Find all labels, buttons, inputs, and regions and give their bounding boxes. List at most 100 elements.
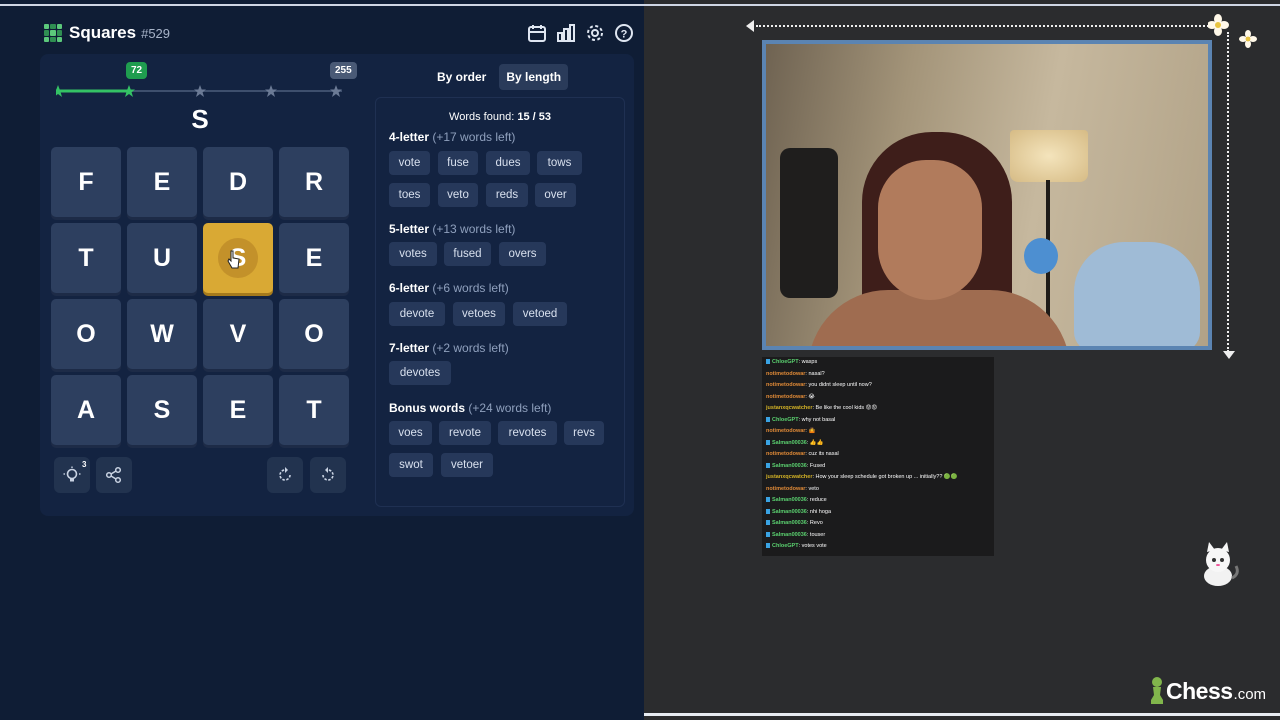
letter-tile[interactable]: T xyxy=(51,223,121,293)
letter-tile[interactable]: O xyxy=(51,299,121,369)
tab-by-order[interactable]: By order xyxy=(430,64,493,90)
word-chip[interactable]: overs xyxy=(499,242,546,266)
tab-by-length[interactable]: By length xyxy=(499,64,569,90)
chat-text: : why not basal xyxy=(798,416,836,423)
chat-badge-icon xyxy=(766,508,770,514)
letter-tile[interactable]: S xyxy=(127,375,197,445)
chat-text: : touser xyxy=(806,531,826,538)
flower-decoration-icon xyxy=(1207,14,1264,59)
chat-username[interactable]: ChloeGPT xyxy=(772,359,799,365)
word-chip[interactable]: revote xyxy=(439,421,491,445)
word-chip[interactable]: fused xyxy=(444,242,491,266)
chat-message: notimetodowar: nasal? xyxy=(766,369,990,381)
chat-username[interactable]: notimetodowar xyxy=(766,382,805,388)
word-chip[interactable]: revs xyxy=(564,421,604,445)
word-chip[interactable]: votes xyxy=(389,242,437,266)
chat-username[interactable]: notimetodowar xyxy=(766,486,805,492)
chat-text: : wasps xyxy=(798,359,818,365)
dotted-border-top xyxy=(756,25,1216,27)
chat-username[interactable]: Salman00036 xyxy=(772,532,807,538)
letter-tile[interactable]: W xyxy=(127,299,197,369)
chat-badge-icon xyxy=(766,543,770,549)
word-chip[interactable]: dues xyxy=(486,151,530,175)
letter-tile[interactable]: F xyxy=(51,147,121,217)
letter-tile[interactable]: V xyxy=(203,299,273,369)
words-found-count: Words found: 15 / 53 xyxy=(449,111,551,123)
word-chip[interactable]: vetoes xyxy=(453,302,505,326)
chat-username[interactable]: notimetodowar xyxy=(766,394,805,400)
chat-username[interactable]: notimetodowar xyxy=(766,428,805,434)
chat-username[interactable]: Salman00036 xyxy=(772,520,807,526)
cat-sticker-icon xyxy=(1196,540,1242,588)
game-header: Squares #529 xyxy=(44,20,170,46)
word-chip[interactable]: veto xyxy=(438,183,478,207)
word-chip[interactable]: fuse xyxy=(438,151,478,175)
letter-tile[interactable]: E xyxy=(203,375,273,445)
chat-username[interactable]: justanxqcwatcher xyxy=(766,405,812,411)
word-chip[interactable]: toes xyxy=(389,183,430,207)
chat-message: Salman00036: touser xyxy=(766,530,990,542)
word-chip[interactable]: over xyxy=(535,183,576,207)
share-button[interactable] xyxy=(96,457,132,493)
calendar-icon[interactable] xyxy=(526,22,547,43)
chat-username[interactable]: notimetodowar xyxy=(766,371,805,377)
chat-username[interactable]: notimetodowar xyxy=(766,451,805,457)
word-chip[interactable]: tows xyxy=(537,151,582,175)
chat-text: : votes vote xyxy=(798,543,827,549)
chat-text: : you didnt sleep until now? xyxy=(805,382,872,388)
chat-message: notimetodowar: veto xyxy=(766,484,990,496)
word-chip[interactable]: reds xyxy=(486,183,528,207)
current-word: S xyxy=(191,104,209,134)
rotate-right-button[interactable] xyxy=(310,457,346,493)
rotate-left-icon xyxy=(279,467,291,481)
chat-message: Salman00036: reduce xyxy=(766,495,990,507)
chess-com-logo: Chess .com xyxy=(1148,676,1266,706)
word-chip[interactable]: vetoer xyxy=(441,453,493,477)
chat-text: : reduce xyxy=(806,497,827,503)
dotted-border-right xyxy=(1227,32,1229,352)
chat-username[interactable]: Salman00036 xyxy=(772,509,807,515)
section-7-letter: 7-letter (+2 words left) xyxy=(389,341,509,355)
word-chip[interactable]: revotes xyxy=(498,421,557,445)
word-chip[interactable]: swot xyxy=(389,453,433,477)
chat-text: : nasal? xyxy=(805,370,825,377)
chat-username[interactable]: ChloeGPT xyxy=(772,543,799,549)
letter-tile[interactable]: R xyxy=(279,147,349,217)
top-border xyxy=(0,4,1280,6)
word-chip[interactable]: vote xyxy=(389,151,430,175)
word-chip[interactable]: vetoed xyxy=(513,302,567,326)
chat-username[interactable]: Salman00036 xyxy=(772,497,807,503)
lightbulb-icon xyxy=(63,466,81,482)
rotate-left-button[interactable] xyxy=(267,457,303,493)
chat-message: Salman00036: 👍👍 xyxy=(766,438,990,450)
chat-message: notimetodowar: 😭 xyxy=(766,392,990,404)
chat-username[interactable]: Salman00036 xyxy=(772,440,807,446)
chat-message: justanxqcwatcher: Be like the cool kids … xyxy=(766,403,990,415)
hand-cursor-icon xyxy=(227,250,240,269)
chat-username[interactable]: ChloeGPT xyxy=(772,417,799,423)
arrow-down-icon xyxy=(1223,351,1235,359)
chat-username[interactable]: justanxqcwatcher xyxy=(766,474,812,480)
letter-tile[interactable]: E xyxy=(279,223,349,293)
letter-tile[interactable]: A xyxy=(51,375,121,445)
chat-username[interactable]: Salman00036 xyxy=(772,463,807,469)
letter-tile[interactable]: T xyxy=(279,375,349,445)
letter-tile[interactable]: U xyxy=(127,223,197,293)
letter-tile[interactable]: O xyxy=(279,299,349,369)
chat-badge-icon xyxy=(766,497,770,503)
current-score-badge: 72 xyxy=(126,62,148,79)
chat-badge-icon xyxy=(766,531,770,537)
help-icon[interactable]: ? xyxy=(613,22,634,43)
word-chip[interactable]: devote xyxy=(389,302,445,326)
letter-tile[interactable]: D xyxy=(203,147,273,217)
header-icons: ? xyxy=(526,22,634,43)
word-chip[interactable]: voes xyxy=(389,421,432,445)
word-chip[interactable]: devotes xyxy=(389,361,451,385)
chat-badge-icon xyxy=(766,439,770,445)
chat-text: : Fused xyxy=(806,462,826,469)
chat-message: Salman00036: Fused xyxy=(766,461,990,473)
gear-icon[interactable] xyxy=(584,22,605,43)
stats-icon[interactable] xyxy=(555,22,576,43)
chat-message: ChloeGPT: votes vote xyxy=(766,541,990,553)
letter-tile[interactable]: E xyxy=(127,147,197,217)
